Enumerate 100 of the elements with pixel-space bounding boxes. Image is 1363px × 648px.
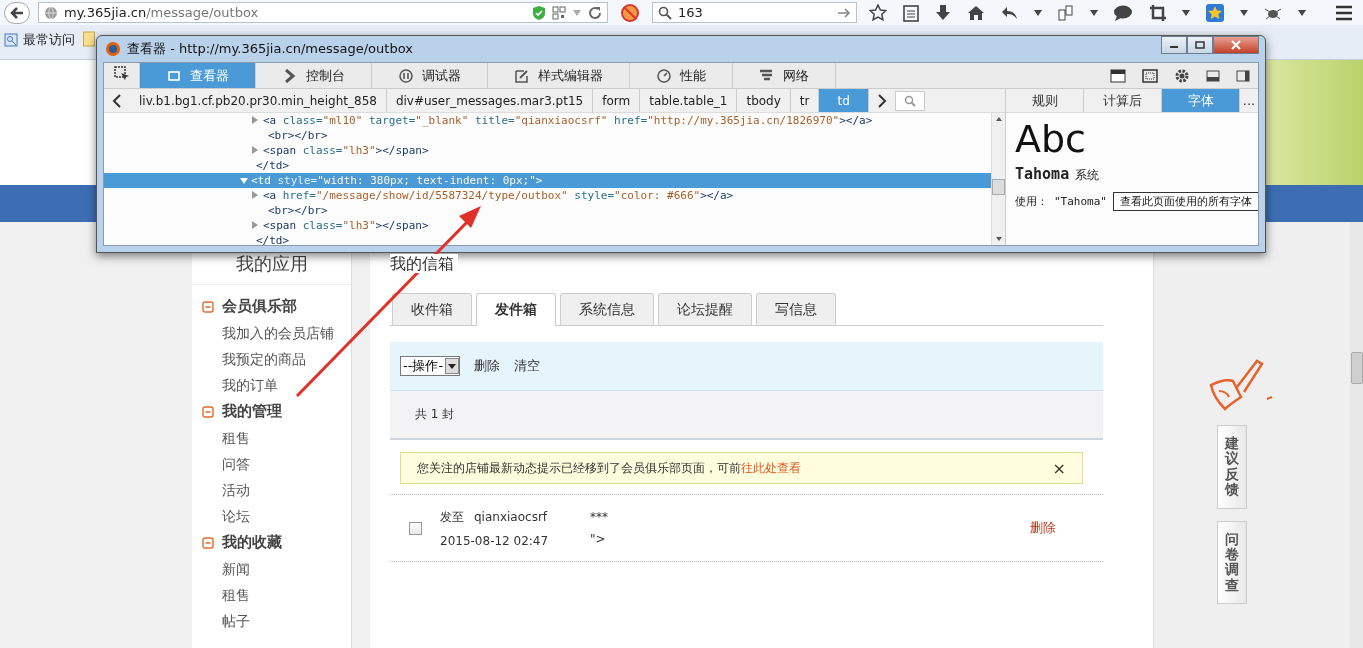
- markup-line[interactable]: <br></br>: [268, 204, 328, 217]
- tab-icon: [398, 68, 414, 83]
- action-link[interactable]: 清空: [514, 357, 541, 375]
- close-button[interactable]: [1213, 36, 1259, 54]
- dropdown-icon[interactable]: [1089, 8, 1099, 17]
- mailbox-tab[interactable]: 发件箱: [476, 293, 556, 326]
- go-arrow-icon[interactable]: [837, 6, 851, 19]
- chevron-left-icon[interactable]: [112, 93, 122, 108]
- tab-icon: [166, 68, 182, 83]
- collapse-toggle-icon[interactable]: [202, 300, 214, 313]
- star-icon[interactable]: [869, 3, 887, 22]
- maximize-button[interactable]: [1187, 36, 1213, 54]
- home-icon[interactable]: [967, 4, 985, 21]
- devtools-tab[interactable]: 网络: [733, 63, 836, 88]
- sidebar-item[interactable]: 问答: [192, 451, 351, 477]
- blocked-icon[interactable]: [620, 2, 640, 23]
- breadcrumb-item[interactable]: form: [593, 89, 641, 112]
- devtools-tab[interactable]: 性能: [630, 63, 733, 88]
- picker-icon: [113, 66, 130, 82]
- recipient-link[interactable]: qianxiaocsrf: [474, 509, 548, 524]
- dropdown-icon[interactable]: [1033, 8, 1043, 17]
- star-badge-icon[interactable]: [1205, 2, 1225, 23]
- reload-icon[interactable]: [588, 5, 602, 20]
- dock-side-icon[interactable]: [1236, 69, 1250, 82]
- sidebar-item[interactable]: 租售: [192, 582, 351, 608]
- sidebar-group[interactable]: 我的管理: [192, 398, 351, 425]
- tab-icon: [656, 68, 672, 83]
- markup-line[interactable]: <span class="lh3"></span>: [263, 144, 429, 157]
- frame-icon[interactable]: [1142, 68, 1158, 83]
- markup-line[interactable]: </td>: [256, 234, 290, 245]
- breadcrumb-item[interactable]: tbody: [737, 89, 791, 112]
- markup-line[interactable]: <a href="/message/show/id/5587324/type/outbox" style="color: #666"></a>: [263, 189, 734, 202]
- markup-line[interactable]: <br></br>: [268, 129, 328, 142]
- address-bar[interactable]: my.365jia.cn/message/outbox: [38, 2, 608, 23]
- dropdown-icon[interactable]: [1239, 8, 1249, 17]
- expand-triangle-icon[interactable]: [252, 221, 258, 229]
- settings-icon[interactable]: [1174, 67, 1190, 84]
- sidebar-group[interactable]: 会员俱乐部: [192, 293, 351, 320]
- side-tab-button[interactable]: 问卷调查: [1217, 520, 1247, 605]
- chat-bubble-icon[interactable]: [1113, 3, 1133, 22]
- console-icon[interactable]: [1110, 68, 1126, 83]
- breadcrumb-item[interactable]: div#user_messages.mar3.pt15: [386, 89, 594, 112]
- action-link[interactable]: 删除: [474, 357, 501, 375]
- dropdown-icon[interactable]: [1297, 8, 1307, 17]
- mailbox-tab[interactable]: 论坛提醒: [658, 293, 752, 325]
- chevron-right-icon[interactable]: [876, 93, 887, 108]
- sidebar-tab[interactable]: ...: [1240, 89, 1258, 112]
- breadcrumb-item[interactable]: liv.b1.bg1.cf.pb20.pr30.min_height_858: [130, 89, 387, 112]
- markup-line[interactable]: <a class="ml10" target="_blank" title="qianxiaocsrf" href="http://my.365jia.cn/1826970"></a>: [263, 114, 873, 127]
- devtools-tab[interactable]: 样式编辑器: [488, 63, 630, 88]
- crop-icon[interactable]: [1149, 3, 1167, 22]
- shield-icon[interactable]: [532, 4, 546, 21]
- mailbox-tab[interactable]: 写信息: [756, 293, 836, 325]
- menu-icon[interactable]: [1335, 4, 1353, 21]
- back-button[interactable]: [4, 1, 30, 24]
- clipboard-icon[interactable]: [903, 3, 919, 22]
- message-subject[interactable]: ***: [590, 510, 1030, 524]
- sidebar-item[interactable]: 帖子: [192, 608, 351, 634]
- message-time: 2015-08-12 02:47: [440, 533, 550, 548]
- collapse-toggle-icon[interactable]: [202, 536, 214, 549]
- sidebar-item[interactable]: 论坛: [192, 503, 351, 529]
- breadcrumb-item[interactable]: table.table_1: [640, 89, 738, 112]
- sidebar-item[interactable]: 我预定的商品: [192, 346, 351, 372]
- window-title: 查看器 - http://my.365jia.cn/message/outbox: [127, 40, 414, 58]
- bookmark-item[interactable]: 最常访问: [4, 31, 75, 49]
- collapse-toggle-icon[interactable]: [202, 405, 214, 418]
- minimize-button[interactable]: [1161, 36, 1187, 54]
- markup-line[interactable]: </td>: [256, 159, 290, 172]
- all-fonts-button[interactable]: 查看此页面使用的所有字体: [1113, 192, 1258, 211]
- scrollbar[interactable]: [991, 113, 1005, 245]
- delete-link[interactable]: 删除: [1030, 519, 1056, 537]
- mailbox-tab[interactable]: 收件箱: [392, 293, 472, 325]
- devices-icon[interactable]: [1057, 3, 1075, 22]
- markup-line[interactable]: <span class="lh3"></span>: [263, 219, 429, 232]
- sidebar-group[interactable]: 我的收藏: [192, 529, 351, 556]
- search-field[interactable]: 163: [652, 2, 857, 23]
- sidebar-item[interactable]: 我加入的会员店铺: [192, 320, 351, 346]
- sidebar-item[interactable]: 新闻: [192, 556, 351, 582]
- download-icon[interactable]: [935, 3, 951, 22]
- direction-label: 发至: [440, 509, 464, 524]
- mailbox-tab[interactable]: 系统信息: [560, 293, 654, 325]
- expand-triangle-icon[interactable]: [252, 191, 258, 199]
- sidebar-item[interactable]: 我的订单: [192, 372, 351, 398]
- notice-link[interactable]: 往此处查看: [741, 460, 801, 475]
- search-field[interactable]: [894, 90, 925, 111]
- devtools-tab[interactable]: 控制台: [256, 63, 372, 88]
- message-checkbox[interactable]: [409, 521, 422, 535]
- sidebar-tab[interactable]: 规则: [1006, 89, 1084, 112]
- sidebar-item[interactable]: 租售: [192, 425, 351, 451]
- dock-bottom-icon[interactable]: [1206, 69, 1220, 82]
- sidebar-item[interactable]: 活动: [192, 477, 351, 503]
- action-select[interactable]: --操作-: [400, 356, 461, 376]
- close-button[interactable]: ×: [1052, 458, 1066, 478]
- dropdown-icon[interactable]: [1181, 8, 1191, 17]
- devtools-tab[interactable]: 调试器: [372, 63, 488, 88]
- expand-triangle-icon[interactable]: [252, 146, 258, 154]
- expand-triangle-icon[interactable]: [252, 116, 258, 124]
- qr-code-icon[interactable]: [552, 5, 566, 20]
- scrollbar[interactable]: [1350, 222, 1363, 648]
- side-tab-button[interactable]: 建议反馈: [1217, 425, 1247, 509]
